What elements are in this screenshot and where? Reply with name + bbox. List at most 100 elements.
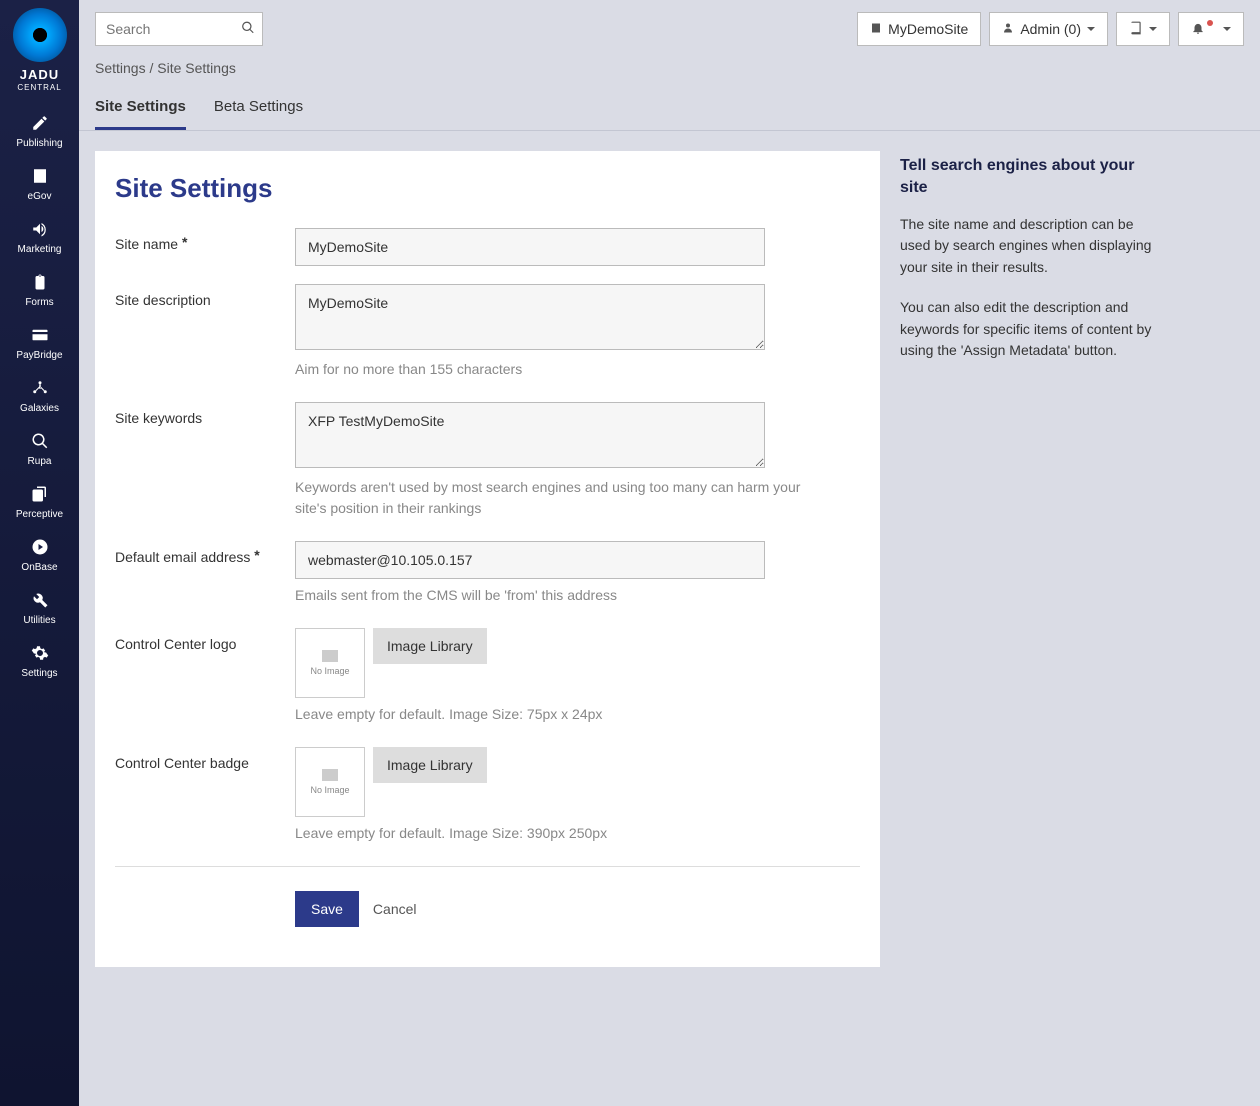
notifications-button[interactable] bbox=[1178, 12, 1244, 46]
save-button[interactable]: Save bbox=[295, 891, 359, 927]
breadcrumb-root[interactable]: Settings bbox=[95, 60, 146, 76]
sidebar-item-label: Galaxies bbox=[0, 403, 79, 414]
caret-down-icon bbox=[1223, 27, 1231, 31]
cc-badge-thumbnail[interactable]: No Image bbox=[295, 747, 365, 817]
brand-name: JADU bbox=[20, 68, 59, 81]
label-cc-logo: Control Center logo bbox=[115, 628, 295, 652]
no-image-text: No Image bbox=[310, 785, 349, 795]
settings-panel: Site Settings Site name * Site descripti… bbox=[95, 151, 880, 967]
sidebar-item-label: Perceptive bbox=[0, 509, 79, 520]
cc-logo-image-library-button[interactable]: Image Library bbox=[373, 628, 487, 664]
sidebar-item-settings[interactable]: Settings bbox=[0, 636, 79, 689]
user-label: Admin (0) bbox=[1020, 21, 1081, 37]
cc-logo-thumbnail[interactable]: No Image bbox=[295, 628, 365, 698]
no-image-icon bbox=[322, 769, 338, 781]
sidebar-item-galaxies[interactable]: Galaxies bbox=[0, 371, 79, 424]
bullhorn-icon bbox=[0, 220, 79, 240]
sidebar-item-label: eGov bbox=[0, 191, 79, 202]
sidebar-item-rupa[interactable]: Rupa bbox=[0, 424, 79, 477]
sidebar-item-label: Forms bbox=[0, 297, 79, 308]
required-marker: * bbox=[182, 234, 187, 250]
page-title: Site Settings bbox=[115, 173, 860, 204]
sidebar-item-utilities[interactable]: Utilities bbox=[0, 583, 79, 636]
help-cc-logo: Leave empty for default. Image Size: 75p… bbox=[295, 704, 835, 725]
brand-logo-icon bbox=[13, 8, 67, 62]
label-cc-badge: Control Center badge bbox=[115, 747, 295, 771]
sidebar-item-label: Utilities bbox=[0, 615, 79, 626]
label-site-description: Site description bbox=[115, 284, 295, 308]
cc-badge-image-library-button[interactable]: Image Library bbox=[373, 747, 487, 783]
notification-dot-icon bbox=[1207, 20, 1213, 26]
topbar-right: MyDemoSite Admin (0) bbox=[857, 12, 1244, 46]
help-aside: Tell search engines about your site The … bbox=[900, 151, 1160, 380]
sidebar-item-label: OnBase bbox=[0, 562, 79, 573]
clipboard-icon bbox=[0, 273, 79, 293]
breadcrumb-current: Site Settings bbox=[157, 60, 236, 76]
building-icon bbox=[0, 167, 79, 187]
tab-site-settings[interactable]: Site Settings bbox=[95, 98, 186, 130]
copy-icon bbox=[0, 485, 79, 505]
building-icon bbox=[870, 21, 882, 38]
search-input[interactable] bbox=[95, 12, 263, 46]
default-email-input[interactable] bbox=[295, 541, 765, 579]
sidebar-item-marketing[interactable]: Marketing bbox=[0, 212, 79, 265]
content-row: Site Settings Site name * Site descripti… bbox=[79, 131, 1260, 987]
breadcrumb: Settings / Site Settings bbox=[79, 46, 1260, 76]
nodes-icon bbox=[0, 379, 79, 399]
wrench-icon bbox=[0, 591, 79, 611]
label-site-keywords: Site keywords bbox=[115, 402, 295, 426]
brand-sub: CENTRAL bbox=[17, 83, 61, 92]
divider bbox=[115, 866, 860, 867]
label-default-email: Default email address * bbox=[115, 541, 295, 565]
topbar: MyDemoSite Admin (0) bbox=[79, 0, 1260, 46]
caret-down-icon bbox=[1149, 27, 1157, 31]
site-name-input[interactable] bbox=[295, 228, 765, 266]
help-cc-badge: Leave empty for default. Image Size: 390… bbox=[295, 823, 835, 844]
aside-paragraph: The site name and description can be use… bbox=[900, 214, 1160, 279]
search-box bbox=[95, 12, 263, 46]
theme-menu-button[interactable] bbox=[1116, 12, 1170, 46]
sidebar-item-forms[interactable]: Forms bbox=[0, 265, 79, 318]
sidebar-item-egov[interactable]: eGov bbox=[0, 159, 79, 212]
sidebar: JADU CENTRAL Publishing eGov Marketing F… bbox=[0, 0, 79, 1106]
sidebar-item-perceptive[interactable]: Perceptive bbox=[0, 477, 79, 530]
form-actions: Save Cancel bbox=[295, 891, 860, 927]
search-icon[interactable] bbox=[241, 21, 255, 38]
cancel-button[interactable]: Cancel bbox=[373, 901, 417, 917]
user-menu-button[interactable]: Admin (0) bbox=[989, 12, 1108, 46]
pencil-icon bbox=[0, 114, 79, 134]
main-area: MyDemoSite Admin (0) bbox=[79, 0, 1260, 1106]
caret-down-icon bbox=[1087, 27, 1095, 31]
help-default-email: Emails sent from the CMS will be 'from' … bbox=[295, 585, 835, 606]
no-image-icon bbox=[322, 650, 338, 662]
sidebar-item-label: Rupa bbox=[0, 456, 79, 467]
label-site-name: Site name * bbox=[115, 228, 295, 252]
site-label: MyDemoSite bbox=[888, 21, 968, 37]
aside-paragraph: You can also edit the description and ke… bbox=[900, 297, 1160, 362]
sidebar-item-label: Publishing bbox=[0, 138, 79, 149]
user-icon bbox=[1002, 21, 1014, 38]
book-icon bbox=[1129, 21, 1143, 38]
sidebar-item-publishing[interactable]: Publishing bbox=[0, 106, 79, 159]
card-icon bbox=[0, 326, 79, 346]
gear-icon bbox=[0, 644, 79, 664]
breadcrumb-sep: / bbox=[149, 60, 153, 76]
tab-label: Beta Settings bbox=[214, 98, 303, 115]
search-icon bbox=[0, 432, 79, 452]
tab-beta-settings[interactable]: Beta Settings bbox=[214, 98, 303, 130]
sidebar-item-label: Settings bbox=[0, 668, 79, 679]
site-switcher-button[interactable]: MyDemoSite bbox=[857, 12, 981, 46]
sidebar-item-label: PayBridge bbox=[0, 350, 79, 361]
tabs: Site Settings Beta Settings bbox=[79, 76, 1260, 131]
sidebar-item-label: Marketing bbox=[0, 244, 79, 255]
help-site-description: Aim for no more than 155 characters bbox=[295, 359, 835, 380]
bell-icon bbox=[1191, 21, 1205, 38]
aside-heading: Tell search engines about your site bbox=[900, 155, 1160, 200]
site-description-input[interactable]: MyDemoSite bbox=[295, 284, 765, 350]
sidebar-item-onbase[interactable]: OnBase bbox=[0, 530, 79, 583]
tab-label: Site Settings bbox=[95, 98, 186, 115]
no-image-text: No Image bbox=[310, 666, 349, 676]
required-marker: * bbox=[254, 547, 259, 563]
site-keywords-input[interactable]: XFP TestMyDemoSite bbox=[295, 402, 765, 468]
sidebar-item-paybridge[interactable]: PayBridge bbox=[0, 318, 79, 371]
